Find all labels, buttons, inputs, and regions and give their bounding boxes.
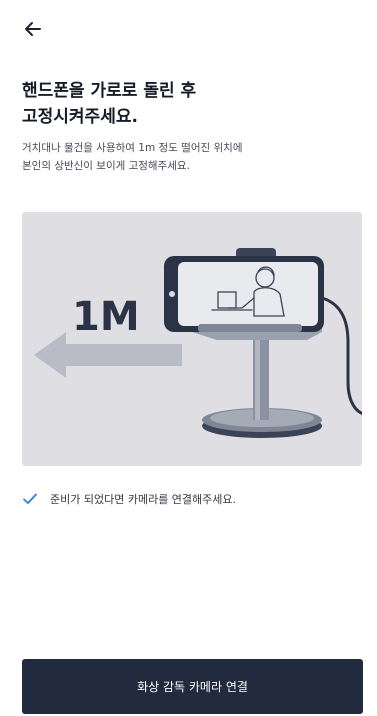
ready-check-row: 준비가 되었다면 카메라를 연결해주세요. [22, 488, 236, 510]
page-title-line1: 핸드폰을 가로로 돌린 후 [22, 81, 197, 101]
setup-illustration: 1M [22, 212, 362, 466]
arrow-left-icon [25, 22, 41, 36]
back-button[interactable] [18, 14, 48, 44]
distance-label: 1M [72, 294, 140, 340]
connect-camera-button[interactable]: 화상 감독 카메라 연결 [22, 659, 363, 714]
check-icon [23, 493, 37, 504]
page-title: 핸드폰을 가로로 돌린 후 고정시켜주세요. [22, 78, 352, 130]
phone-stand-illustration: 1M [34, 248, 362, 438]
description-line2: 본인의 상반신이 보이게 고정해주세요. [22, 160, 190, 172]
page-title-line2: 고정시켜주세요. [22, 107, 138, 127]
phone-stand-icon [164, 248, 362, 438]
page-description: 거치대나 물건을 사용하여 1m 정도 떨어진 위치에 본인의 상반신이 보이게… [22, 139, 362, 175]
ready-check-label: 준비가 되었다면 카메라를 연결해주세요. [50, 493, 237, 506]
description-line1: 거치대나 물건을 사용하여 1m 정도 떨어진 위치에 [22, 142, 243, 154]
